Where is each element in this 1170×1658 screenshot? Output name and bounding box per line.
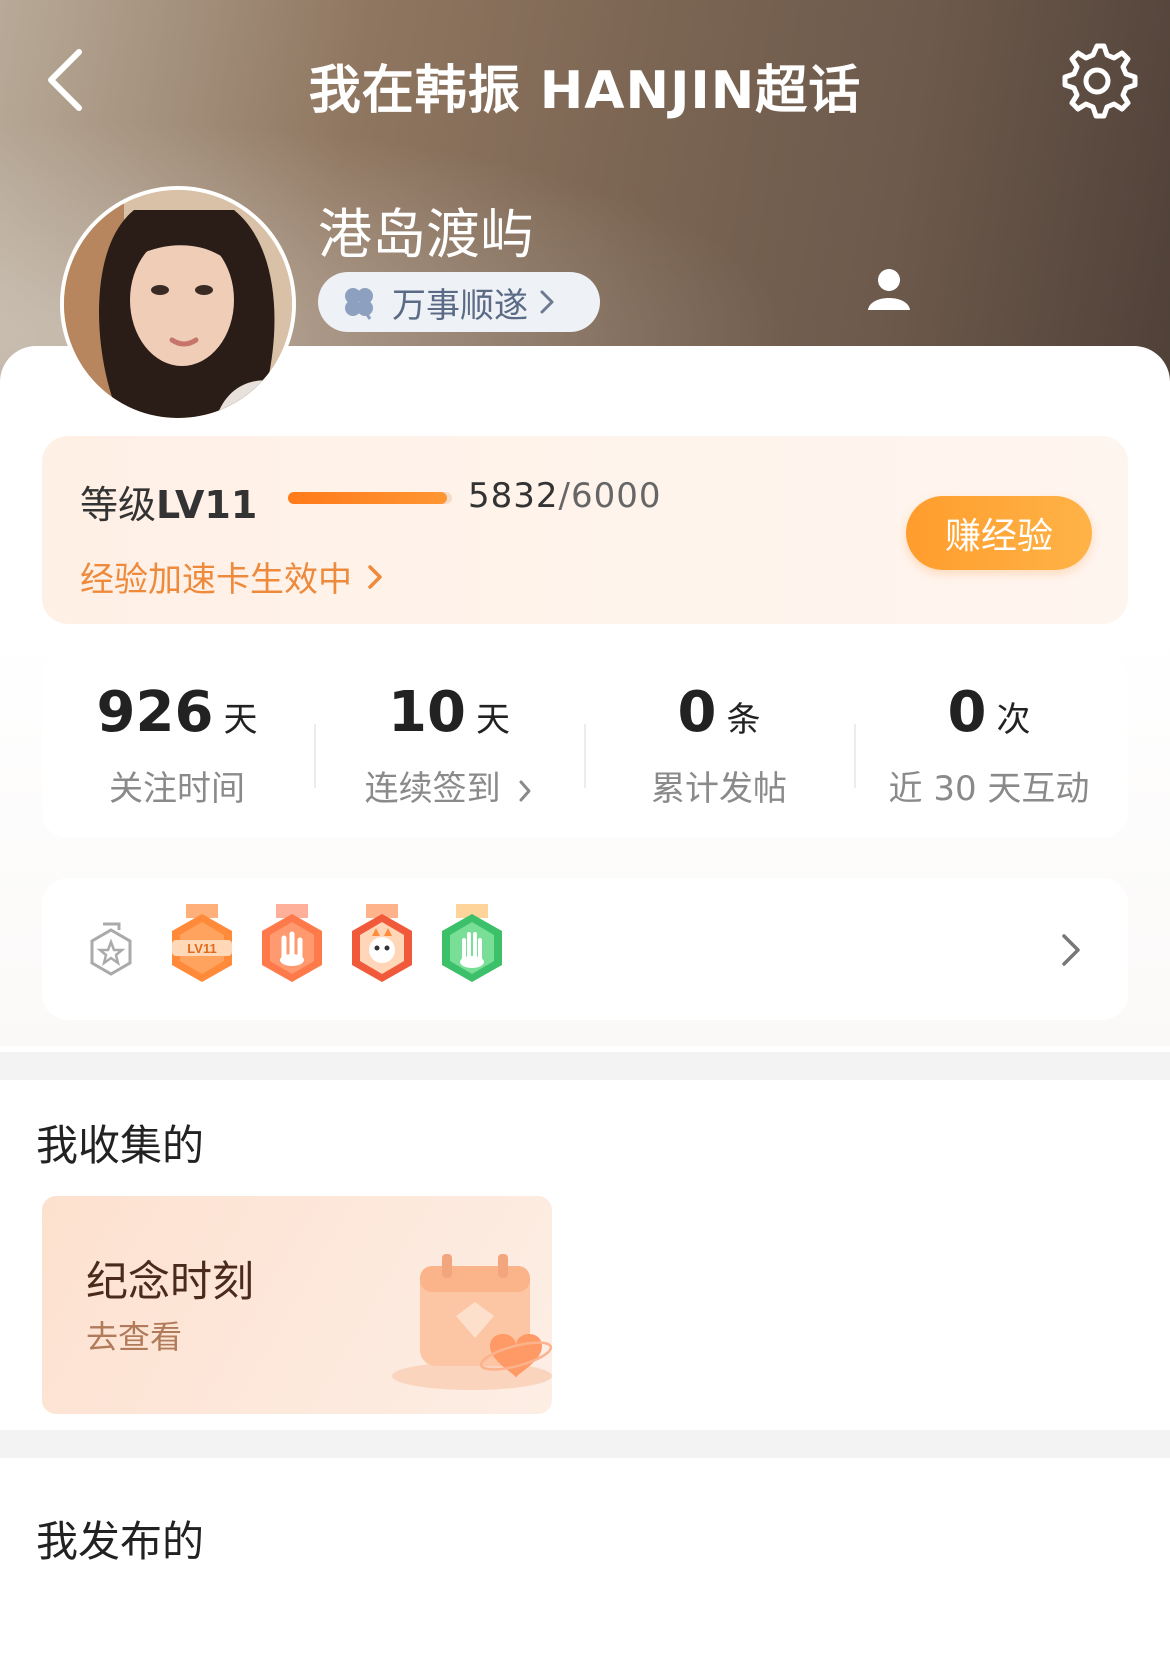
- stat-label: 连续签到: [314, 761, 584, 810]
- username: 港岛渡屿: [318, 203, 534, 266]
- chevron-right-icon: [1062, 934, 1080, 966]
- boost-link[interactable]: 经验加速卡生效中: [80, 552, 390, 601]
- memory-subtitle: 去查看: [86, 1318, 183, 1356]
- clover-icon: [345, 288, 373, 320]
- section-divider: [0, 1430, 1170, 1458]
- earn-exp-button[interactable]: 赚经验: [906, 496, 1092, 570]
- stat-follow-time: 926 天 关注时间: [42, 680, 312, 810]
- section-title-published: 我发布的: [36, 1517, 205, 1566]
- profile-card: 等级LV11 5832/6000 经验加速卡生效中 赚经验 926 天 关注时间 …: [0, 346, 1170, 1046]
- stat-label: 累计发帖: [651, 769, 787, 809]
- svg-text:LV11: LV11: [187, 941, 216, 956]
- chevron-left-icon: [48, 49, 82, 111]
- memory-title: 纪念时刻: [86, 1257, 255, 1306]
- stat-label-text: 连续签到: [364, 769, 501, 809]
- chevron-right-icon: [368, 564, 382, 589]
- lv11-badge-icon: LV11: [168, 904, 236, 988]
- page-title: 我在韩振 HANJIN超话: [308, 61, 862, 121]
- person-icon[interactable]: [866, 266, 912, 312]
- stat-value: 0: [947, 680, 987, 745]
- chevron-right-icon: [519, 780, 531, 801]
- stat-value: 10: [388, 680, 466, 745]
- section-divider: [0, 1052, 1170, 1080]
- level-progress-bar: [288, 492, 452, 504]
- dragon-badge-icon: [348, 904, 416, 988]
- exp-text: 5832/6000: [468, 476, 662, 516]
- stat-unit: 天: [475, 700, 510, 740]
- memory-moments-card[interactable]: 纪念时刻 去查看: [42, 1196, 552, 1414]
- settings-button[interactable]: [1054, 38, 1140, 124]
- stat-posts: 0条 累计发帖: [584, 680, 854, 810]
- gear-icon: [1062, 43, 1138, 119]
- boost-text: 经验加速卡生效中: [80, 560, 352, 600]
- tag-label: 万事顺遂: [392, 285, 528, 326]
- exp-current: 5832: [468, 476, 559, 516]
- avatar[interactable]: [60, 186, 296, 422]
- level-label: 等级LV11: [80, 474, 257, 529]
- badges-row[interactable]: LV11: [42, 878, 1128, 1020]
- stats-panel: 926 天 关注时间 10 天 连续签到 0条 累计发帖 0次 近 30 天互动: [42, 652, 1128, 838]
- tag-pill[interactable]: 万事顺遂: [318, 272, 600, 332]
- chevron-right-icon: [540, 290, 554, 314]
- stat-unit: 次: [996, 700, 1031, 740]
- avatar-image: [64, 190, 292, 418]
- badge-outline-icon: [90, 922, 132, 976]
- exp-max: /6000: [558, 476, 662, 516]
- stat-checkin[interactable]: 10 天 连续签到: [314, 680, 584, 810]
- stat-value: 926: [96, 680, 214, 745]
- level-card: 等级LV11 5832/6000 经验加速卡生效中 赚经验: [42, 436, 1128, 624]
- stat-label: 近 30 天互动: [888, 769, 1090, 809]
- section-title-collected: 我收集的: [36, 1121, 205, 1170]
- stat-value: 0: [677, 680, 717, 745]
- stat-label: 关注时间: [109, 769, 245, 809]
- stat-interactions: 0次 近 30 天互动: [854, 680, 1124, 810]
- top-bar: 我在韩振 HANJIN超话: [0, 0, 1170, 160]
- stat-unit: 天: [223, 700, 258, 740]
- level-progress-fill: [288, 492, 448, 504]
- back-button[interactable]: [30, 40, 100, 120]
- gesture-badge-icon: [258, 904, 326, 988]
- stat-unit: 条: [726, 700, 761, 740]
- level-prefix: 等级: [80, 483, 157, 527]
- calendar-heart-icon: [392, 1254, 552, 1390]
- level-value: LV11: [156, 483, 258, 527]
- hand-badge-icon: [438, 904, 506, 988]
